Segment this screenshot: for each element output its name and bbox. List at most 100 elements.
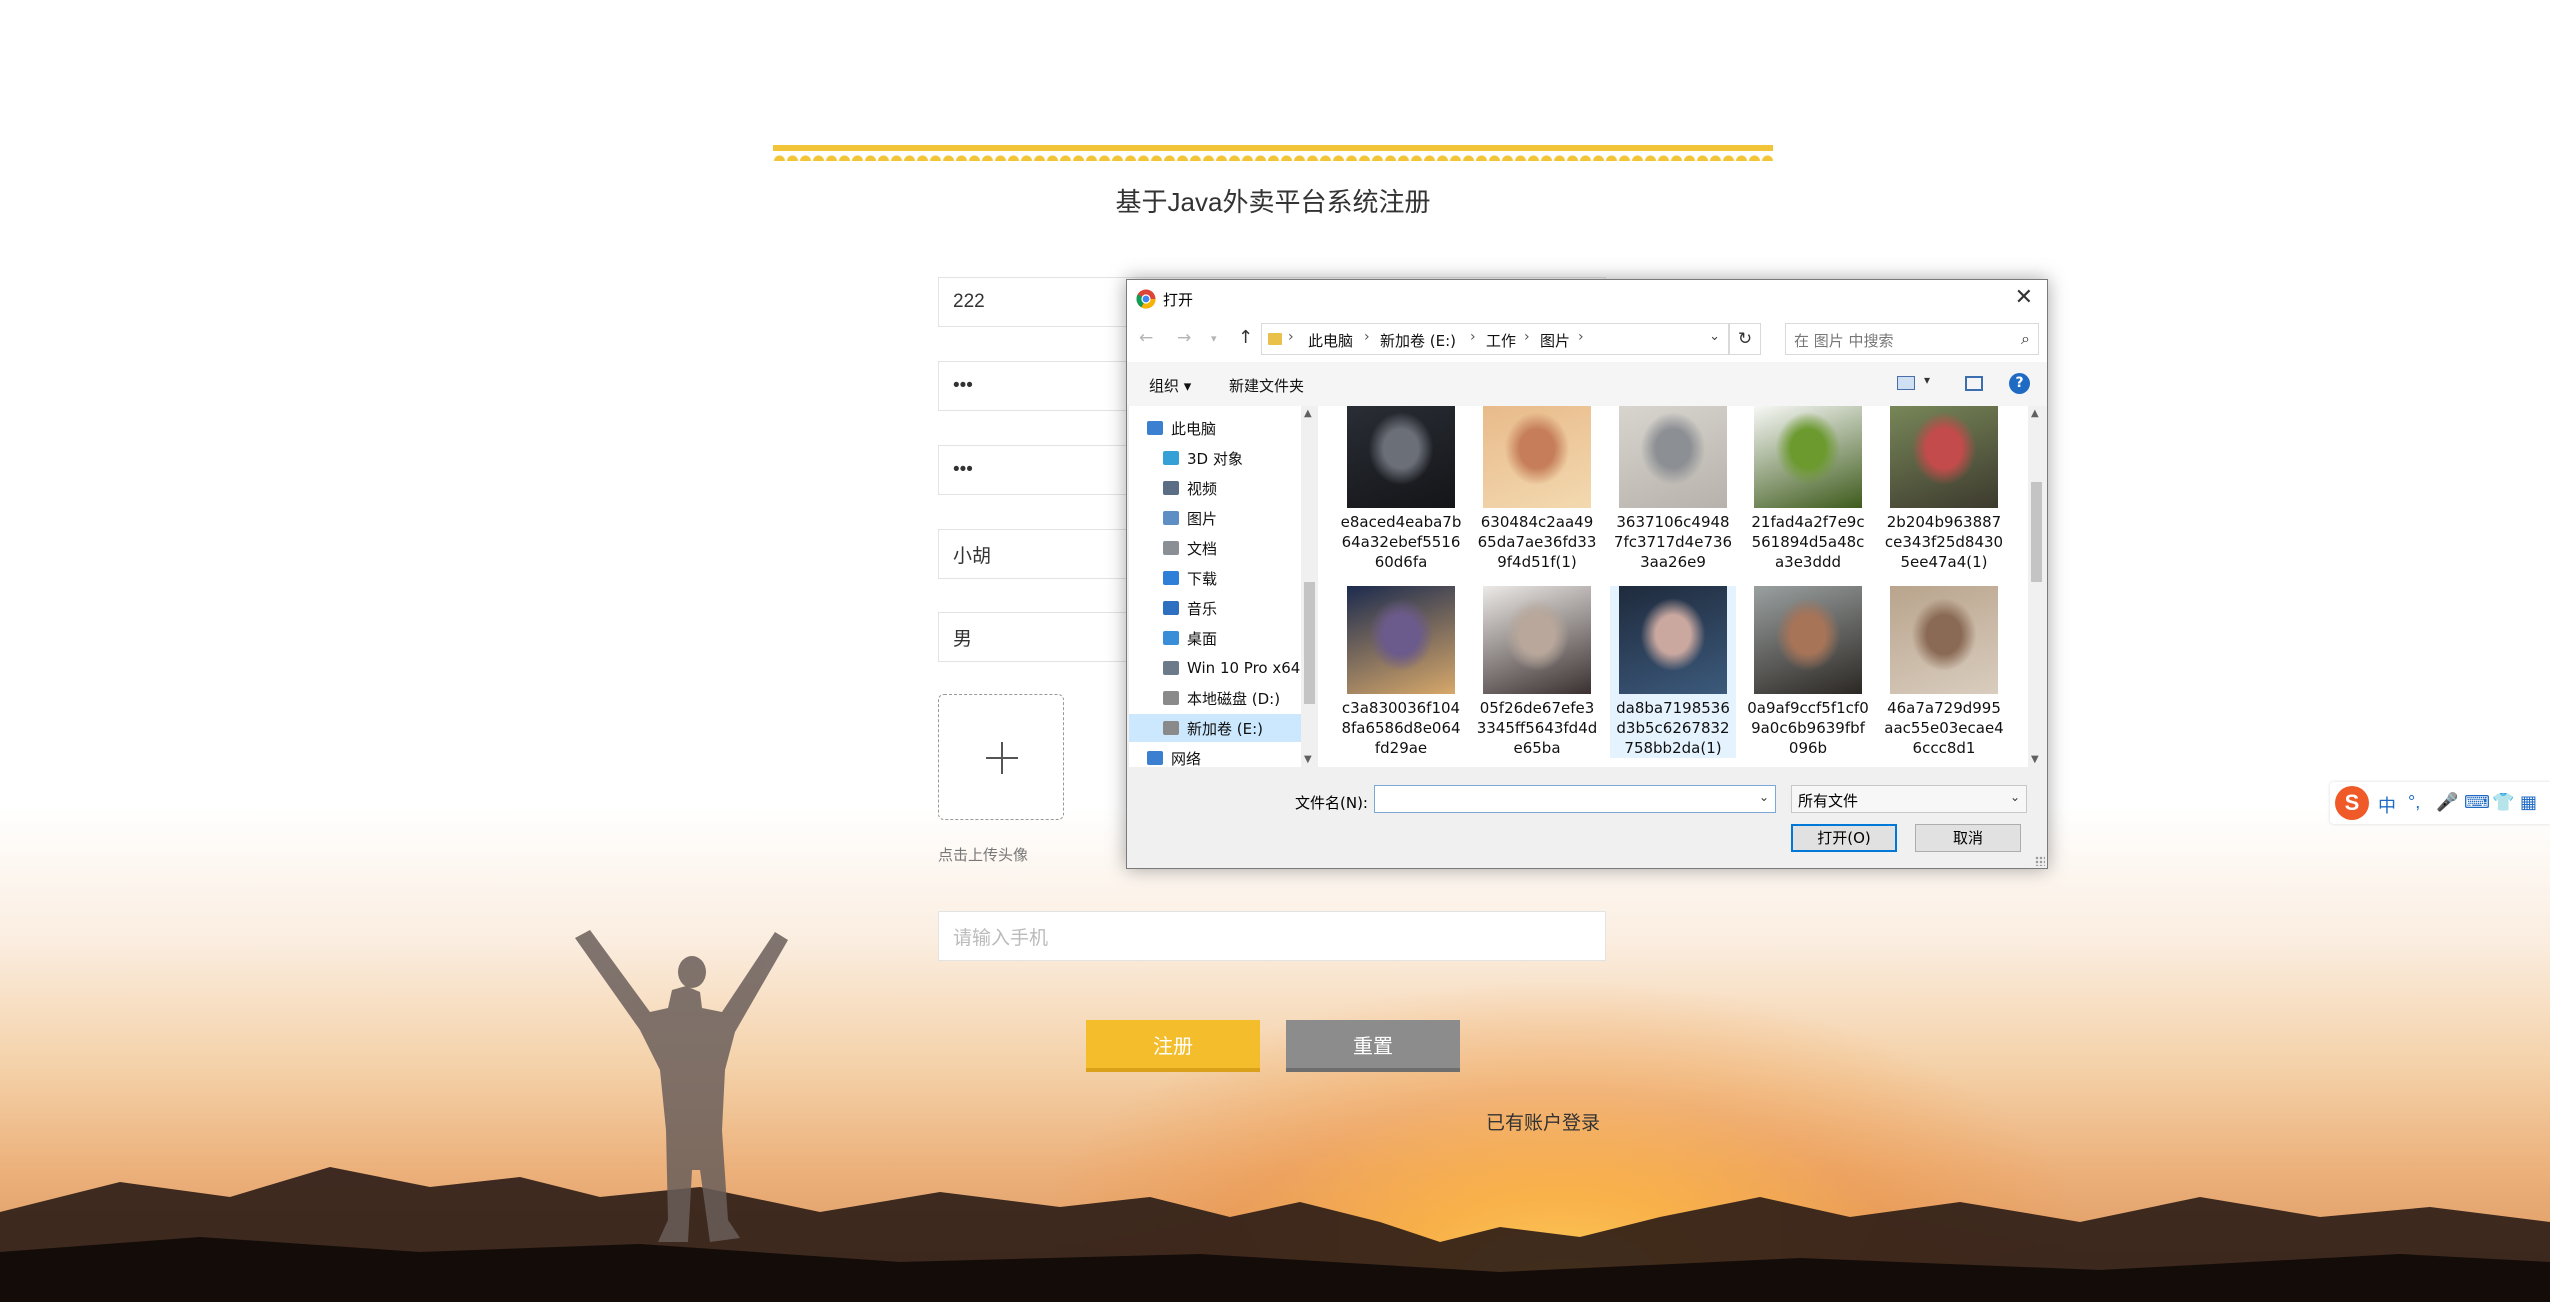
toolbox-icon[interactable]: ▦ <box>2520 792 2537 813</box>
login-link[interactable]: 已有账户登录 <box>1486 1108 1600 1135</box>
nav-item-label: 此电脑 <box>1171 419 1217 438</box>
view-options-icon[interactable] <box>1897 376 1915 390</box>
nav-item[interactable]: 桌面 <box>1129 624 1301 652</box>
file-name: 21fad4a2f7e9c561894d5a48ca3e3ddd <box>1751 513 1865 571</box>
breadcrumb-this-pc[interactable]: 此电脑 <box>1308 330 1353 351</box>
scroll-down-icon[interactable]: ▼ <box>2031 754 2039 765</box>
open-button[interactable]: 打开(O) <box>1791 824 1897 852</box>
preview-pane-icon[interactable] <box>1965 376 1983 391</box>
new-folder-button[interactable]: 新建文件夹 <box>1229 375 1304 396</box>
file-item[interactable]: 21fad4a2f7e9c561894d5a48ca3e3ddd <box>1745 406 1871 572</box>
chevron-right-icon: › <box>1470 329 1476 345</box>
navigation-bar: ← → ▾ ↑ › 此电脑 › 新加卷 (E:) › 工作 › 图片 › ⌄ ↻… <box>1127 318 2047 362</box>
dialog-title: 打开 <box>1163 291 1194 309</box>
keyboard-icon[interactable]: ⌨ <box>2464 792 2490 813</box>
scroll-up-icon[interactable]: ▲ <box>2031 408 2039 419</box>
chevron-down-icon[interactable]: ⌄ <box>2010 790 2020 804</box>
nav-item[interactable]: 视频 <box>1129 474 1301 502</box>
nav-item[interactable]: 新加卷 (E:) <box>1129 714 1301 742</box>
search-icon[interactable]: ⌕ <box>2021 329 2030 349</box>
nav-item[interactable]: 此电脑 <box>1129 414 1301 442</box>
register-button[interactable]: 注册 <box>1086 1020 1260 1072</box>
chevron-right-icon: › <box>1364 329 1370 345</box>
address-bar[interactable]: › 此电脑 › 新加卷 (E:) › 工作 › 图片 › ⌄ <box>1261 323 1729 355</box>
file-item[interactable]: 3637106c49487fc3717d4e7363aa26e9 <box>1610 406 1736 572</box>
reset-button[interactable]: 重置 <box>1286 1020 1460 1072</box>
file-item[interactable]: e8aced4eaba7b64a32ebef551660d6fa <box>1338 406 1464 572</box>
gender-value: 男 <box>953 628 973 650</box>
chevron-down-icon[interactable]: ⌄ <box>1709 329 1720 344</box>
video-icon <box>1163 481 1179 495</box>
file-open-dialog: 打开 ✕ ← → ▾ ↑ › 此电脑 › 新加卷 (E:) › 工作 › 图片 … <box>1126 279 2048 869</box>
disk-icon <box>1163 691 1179 705</box>
nav-item[interactable]: 网络 <box>1129 744 1301 767</box>
cancel-button[interactable]: 取消 <box>1915 824 2021 852</box>
sogou-logo-icon[interactable]: S <box>2335 786 2369 820</box>
nav-item-label: 图片 <box>1187 509 1218 528</box>
nav-item[interactable]: Win 10 Pro x64 <box>1129 654 1301 682</box>
view-dropdown-icon[interactable]: ▾ <box>1924 373 1930 387</box>
file-item[interactable]: da8ba7198536d3b5c6267832758bb2da(1) <box>1610 586 1736 758</box>
refresh-icon[interactable]: ↻ <box>1729 323 1761 355</box>
nav-scrollbar[interactable]: ▲ ▼ <box>1301 406 1318 767</box>
nav-item[interactable]: 图片 <box>1129 504 1301 532</box>
search-box[interactable]: 在 图片 中搜索 ⌕ <box>1785 323 2039 355</box>
nav-item-label: 音乐 <box>1187 599 1218 618</box>
ime-toolbar: S 中 °, 🎤 ⌨ 👕 ▦ <box>2330 782 2550 824</box>
navigation-pane: 此电脑 3D 对象视频图片文档 下载音乐桌面 Win 10 Pro x64 本地磁盘 (… <box>1129 406 1301 767</box>
scroll-down-icon[interactable]: ▼ <box>1304 754 1312 765</box>
breadcrumb-pictures[interactable]: 图片 <box>1540 330 1570 351</box>
phone-field[interactable]: 请输入手机 <box>938 911 1606 961</box>
nav-scroll-thumb[interactable] <box>1304 582 1315 704</box>
close-icon[interactable]: ✕ <box>2015 285 2033 310</box>
microphone-icon[interactable]: 🎤 <box>2436 792 2458 813</box>
file-item[interactable]: 2b204b963887ce343f25d84305ee47a4(1) <box>1881 406 2007 572</box>
file-scroll-thumb[interactable] <box>2031 482 2042 582</box>
avatar-upload[interactable] <box>938 694 1064 820</box>
nav-item-label: 视频 <box>1187 479 1218 498</box>
file-item[interactable]: 0a9af9ccf5f1cf09a0c6b9639fbf096b <box>1745 586 1871 758</box>
dialog-titlebar: 打开 ✕ <box>1127 280 2047 318</box>
file-name: da8ba7198536d3b5c6267832758bb2da(1) <box>1616 699 1730 757</box>
nav-item[interactable]: 本地磁盘 (D:) <box>1129 684 1301 712</box>
organize-button[interactable]: 组织 ▾ <box>1149 375 1191 396</box>
breadcrumb-work[interactable]: 工作 <box>1486 330 1516 351</box>
chevron-right-icon: › <box>1578 329 1584 345</box>
file-name: 630484c2aa4965da7ae36fd339f4d51f(1) <box>1477 513 1597 571</box>
chevron-right-icon: › <box>1288 329 1294 345</box>
up-arrow-icon[interactable]: ↑ <box>1238 327 1253 348</box>
scroll-up-icon[interactable]: ▲ <box>1304 408 1312 419</box>
punctuation-icon[interactable]: °, <box>2408 792 2420 813</box>
image-thumbnail <box>1754 586 1862 694</box>
breadcrumb-drive-e[interactable]: 新加卷 (E:) <box>1380 330 1456 351</box>
chinese-mode-icon[interactable]: 中 <box>2378 792 2396 818</box>
network-icon <box>1147 751 1163 765</box>
3d-objects-icon <box>1163 451 1179 465</box>
nav-item[interactable]: 3D 对象 <box>1129 444 1301 472</box>
image-thumbnail <box>1483 406 1591 508</box>
back-arrow-icon[interactable]: ← <box>1139 328 1153 348</box>
file-item[interactable]: c3a830036f1048fa6586d8e064fd29ae <box>1338 586 1464 758</box>
file-item[interactable]: 05f26de67efe33345ff5643fd4de65ba <box>1474 586 1600 758</box>
pictures-icon <box>1163 511 1179 525</box>
chevron-down-icon[interactable]: ⌄ <box>1759 790 1769 804</box>
folder-icon <box>1268 333 1282 345</box>
file-type-select[interactable]: 所有文件 ⌄ <box>1791 785 2027 813</box>
nav-item[interactable]: 音乐 <box>1129 594 1301 622</box>
nav-item-label: 新加卷 (E:) <box>1187 719 1264 738</box>
file-item[interactable]: 46a7a729d995aac55e03ecae46ccc8d1 <box>1881 586 2007 758</box>
file-item[interactable]: 630484c2aa4965da7ae36fd339f4d51f(1) <box>1474 406 1600 572</box>
resize-grip-icon[interactable] <box>2035 856 2045 866</box>
file-name: 3637106c49487fc3717d4e7363aa26e9 <box>1613 513 1733 571</box>
nav-item[interactable]: 文档 <box>1129 534 1301 562</box>
password-value: ••• <box>953 375 973 396</box>
recent-dropdown-icon[interactable]: ▾ <box>1211 332 1217 345</box>
help-icon[interactable]: ? <box>2009 373 2030 394</box>
filename-label: 文件名(N): <box>1295 794 1368 812</box>
skin-icon[interactable]: 👕 <box>2492 792 2514 813</box>
filename-input[interactable]: ⌄ <box>1374 785 1776 813</box>
nav-item[interactable]: 下载 <box>1129 564 1301 592</box>
forward-arrow-icon[interactable]: → <box>1177 328 1191 348</box>
file-scrollbar[interactable]: ▲ ▼ <box>2028 406 2045 767</box>
file-name: 0a9af9ccf5f1cf09a0c6b9639fbf096b <box>1747 699 1869 757</box>
